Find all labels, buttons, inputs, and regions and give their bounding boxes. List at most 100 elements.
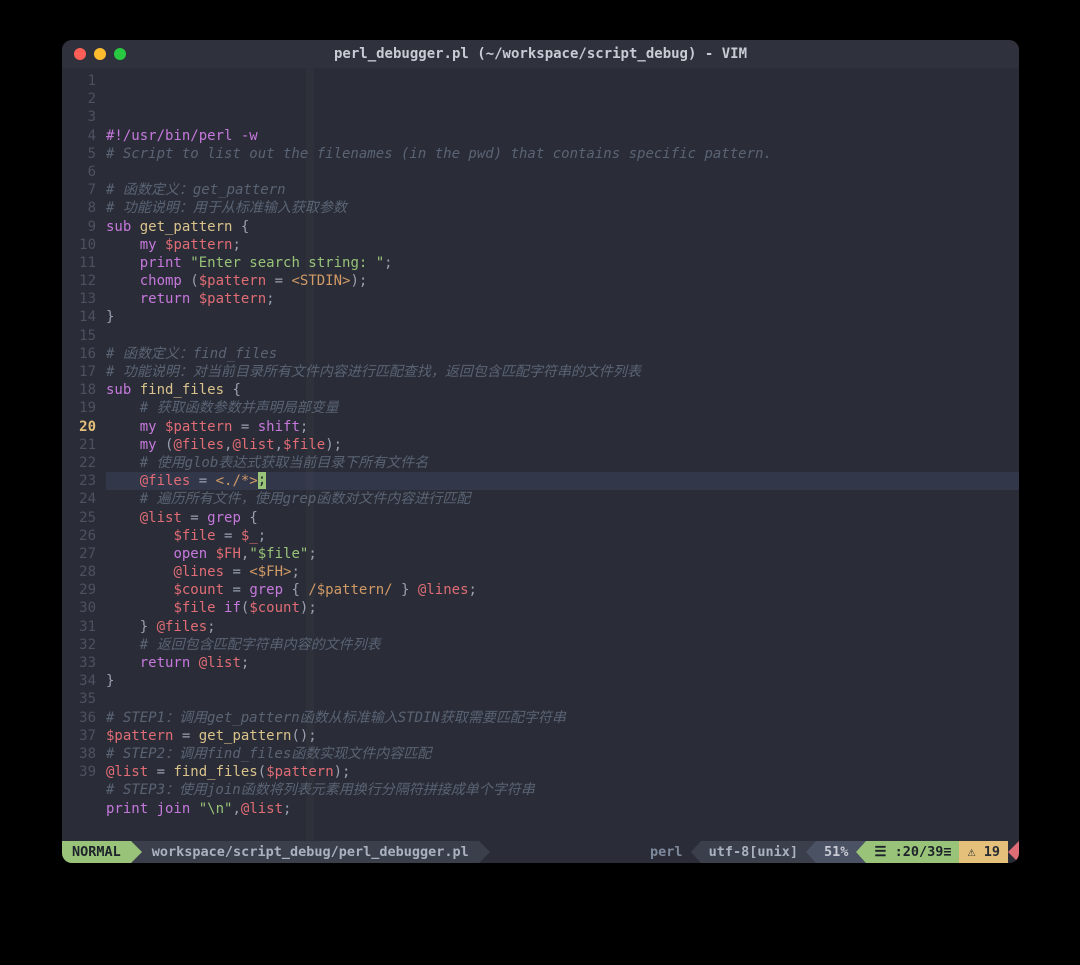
filetype-segment: perl [642, 841, 691, 863]
line-number-gutter: 1234567891011121314151617181920212223242… [62, 68, 102, 841]
code-line[interactable]: print "Enter search string: "; [106, 254, 1019, 272]
line-number: 24 [62, 490, 96, 508]
window-controls [74, 48, 126, 60]
code-line[interactable]: # STEP1：调用get_pattern函数从标准输入STDIN获取需要匹配字… [106, 709, 1019, 727]
code-line[interactable]: chomp ($pattern = <STDIN>); [106, 272, 1019, 290]
line-number: 33 [62, 654, 96, 672]
line-number: 14 [62, 308, 96, 326]
editor[interactable]: 1234567891011121314151617181920212223242… [62, 68, 1019, 841]
code-line[interactable]: # 功能说明：用于从标准输入获取参数 [106, 199, 1019, 217]
window-title: perl_debugger.pl (~/workspace/script_deb… [62, 46, 1019, 62]
mode-segment: NORMAL [62, 841, 131, 863]
line-number: 2 [62, 90, 96, 108]
line-number: 7 [62, 181, 96, 199]
code-line[interactable]: @list = find_files($pattern); [106, 763, 1019, 781]
line-number: 29 [62, 581, 96, 599]
line-number: 23 [62, 472, 96, 490]
code-line[interactable]: open $FH,"$file"; [106, 545, 1019, 563]
code-line[interactable]: } [106, 308, 1019, 326]
code-line[interactable]: @files = <./*>; [106, 472, 1019, 490]
close-button[interactable] [74, 48, 86, 60]
code-line[interactable]: # 获取函数参数并声明局部变量 [106, 399, 1019, 417]
position-segment: ☰ :20/39≡ [866, 841, 959, 863]
cursor: ; [258, 472, 266, 489]
minimize-button[interactable] [94, 48, 106, 60]
code-area[interactable]: #!/usr/bin/perl -w# Script to list out t… [102, 68, 1019, 841]
code-line[interactable] [106, 818, 1019, 836]
code-line[interactable]: @lines = <$FH>; [106, 563, 1019, 581]
code-line[interactable]: # 遍历所有文件，使用grep函数对文件内容进行匹配 [106, 490, 1019, 508]
diagnostic-segment: ⚠ 19 [959, 841, 1008, 863]
line-number: 16 [62, 345, 96, 363]
line-number: 35 [62, 690, 96, 708]
line-number: 5 [62, 145, 96, 163]
code-line[interactable]: @list = grep { [106, 509, 1019, 527]
line-number: 36 [62, 709, 96, 727]
code-line[interactable]: sub find_files { [106, 381, 1019, 399]
line-number: 18 [62, 381, 96, 399]
code-line[interactable]: # STEP3：使用join函数将列表元素用换行分隔符拼接成单个字符串 [106, 781, 1019, 799]
terminal-window: perl_debugger.pl (~/workspace/script_deb… [62, 40, 1019, 863]
separator-icon [806, 841, 816, 863]
line-number: 34 [62, 672, 96, 690]
code-line[interactable]: } [106, 672, 1019, 690]
code-line[interactable]: return @list; [106, 654, 1019, 672]
separator-icon [131, 841, 142, 863]
code-line[interactable]: print join "\n",@list; [106, 800, 1019, 818]
line-number: 19 [62, 399, 96, 417]
code-line[interactable]: $count = grep { /$pattern/ } @lines; [106, 581, 1019, 599]
line-number: 6 [62, 163, 96, 181]
line-number: 25 [62, 509, 96, 527]
line-number: 3 [62, 108, 96, 126]
code-line[interactable]: $pattern = get_pattern(); [106, 727, 1019, 745]
line-number: 10 [62, 236, 96, 254]
code-line[interactable]: sub get_pattern { [106, 218, 1019, 236]
line-number: 22 [62, 454, 96, 472]
line-number: 15 [62, 327, 96, 345]
code-line[interactable]: # 返回包含匹配字符串内容的文件列表 [106, 636, 1019, 654]
code-line[interactable]: # 函数定义：find_files [106, 345, 1019, 363]
line-number: 38 [62, 745, 96, 763]
code-line[interactable]: # STEP2：调用find_files函数实现文件内容匹配 [106, 745, 1019, 763]
line-number: 26 [62, 527, 96, 545]
warning-icon [1008, 841, 1019, 863]
line-number: 31 [62, 618, 96, 636]
line-number: 11 [62, 254, 96, 272]
code-line[interactable] [106, 163, 1019, 181]
percent-segment: 51% [816, 841, 856, 863]
line-number: 8 [62, 199, 96, 217]
file-path-segment: workspace/script_debug/perl_debugger.pl [142, 841, 479, 863]
line-number: 28 [62, 563, 96, 581]
code-line[interactable]: my $pattern = shift; [106, 418, 1019, 436]
code-line[interactable]: return $pattern; [106, 290, 1019, 308]
zoom-button[interactable] [114, 48, 126, 60]
line-number: 32 [62, 636, 96, 654]
separator-icon [856, 841, 866, 863]
line-number: 12 [62, 272, 96, 290]
separator-icon [691, 841, 701, 863]
code-line[interactable] [106, 690, 1019, 708]
line-number: 13 [62, 290, 96, 308]
titlebar: perl_debugger.pl (~/workspace/script_deb… [62, 40, 1019, 68]
code-line[interactable]: # Script to list out the filenames (in t… [106, 145, 1019, 163]
line-number: 9 [62, 218, 96, 236]
separator-icon [479, 841, 490, 863]
line-number: 17 [62, 363, 96, 381]
code-line[interactable]: # 功能说明：对当前目录所有文件内容进行匹配查找，返回包含匹配字符串的文件列表 [106, 363, 1019, 381]
encoding-segment: utf-8[unix] [701, 841, 806, 863]
line-number: 39 [62, 763, 96, 781]
code-line[interactable]: # 使用glob表达式获取当前目录下所有文件名 [106, 454, 1019, 472]
code-line[interactable] [106, 327, 1019, 345]
code-line[interactable]: my (@files,@list,$file); [106, 436, 1019, 454]
code-line[interactable]: $file = $_; [106, 527, 1019, 545]
code-line[interactable]: # 函数定义：get_pattern [106, 181, 1019, 199]
code-line[interactable]: my $pattern; [106, 236, 1019, 254]
line-number: 30 [62, 599, 96, 617]
line-number: 37 [62, 727, 96, 745]
line-number: 20 [62, 418, 96, 436]
code-line[interactable]: } @files; [106, 618, 1019, 636]
code-line[interactable]: $file if($count); [106, 599, 1019, 617]
line-number: 21 [62, 436, 96, 454]
statusline: NORMAL workspace/script_debug/perl_debug… [62, 841, 1019, 863]
code-line[interactable]: #!/usr/bin/perl -w [106, 127, 1019, 145]
